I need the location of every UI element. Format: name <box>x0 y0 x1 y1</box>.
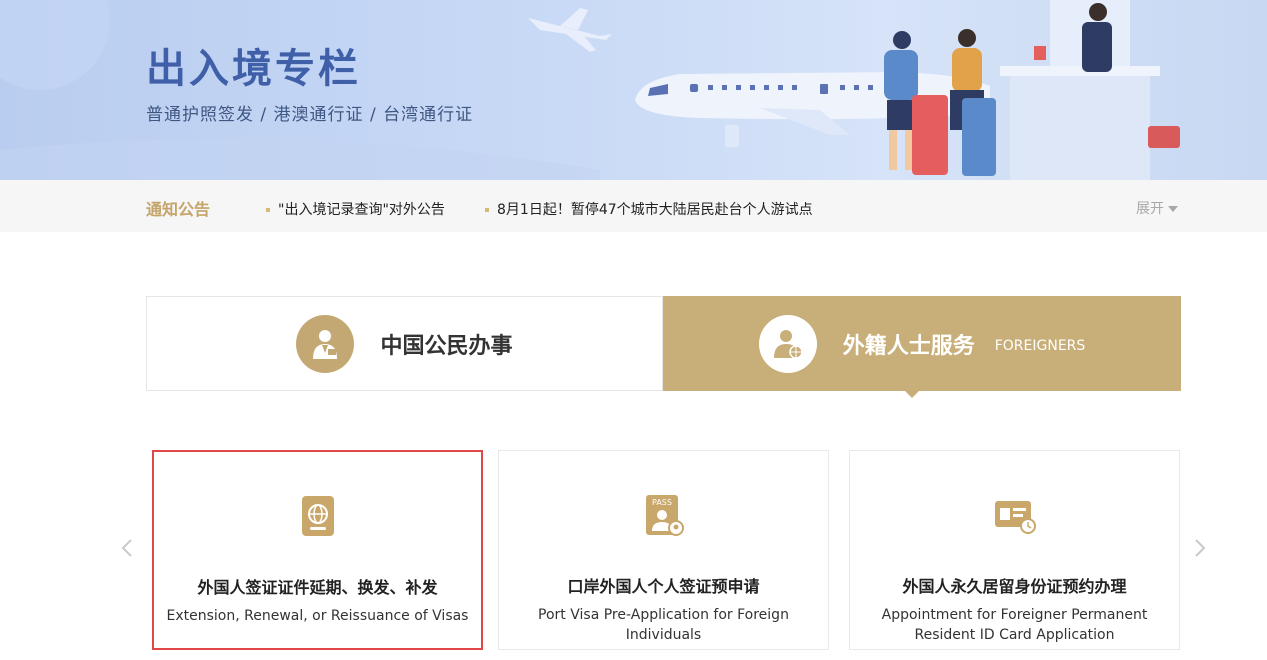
notice-item-text: "出入境记录查询"对外公告 <box>278 202 445 218</box>
notice-bar: 通知公告 "出入境记录查询"对外公告 8月1日起！暂停47个城市大陆居民赴台个人… <box>0 180 1267 232</box>
expand-button[interactable]: 展开 <box>1136 198 1178 218</box>
card-title: 外国人永久居留身份证预约办理 <box>902 577 1127 596</box>
notice-title: 通知公告 <box>146 200 211 219</box>
chevron-right-icon[interactable] <box>1193 538 1207 558</box>
tab-citizen-services[interactable]: 中国公民办事 <box>146 296 663 391</box>
svg-text:PASS: PASS <box>652 498 672 507</box>
pass-card-icon: PASS <box>645 495 684 536</box>
caret-down-icon <box>1168 206 1178 212</box>
notice-item[interactable]: "出入境记录查询"对外公告 <box>266 199 445 219</box>
banner: 出入境专栏 普通护照签发 / 港澳通行证 / 台湾通行证 <box>0 0 1267 180</box>
notice-item[interactable]: 8月1日起！暂停47个城市大陆居民赴台个人游试点 <box>485 199 813 219</box>
tab-citizen-label: 中国公民办事 <box>380 333 513 359</box>
service-card-permanent-resident-id[interactable]: 外国人永久居留身份证预约办理 Appointment for Foreigner… <box>849 450 1180 650</box>
id-card-clock-icon <box>994 501 1036 534</box>
expand-label: 展开 <box>1136 201 1164 217</box>
passport-globe-icon <box>301 496 334 536</box>
bullet-icon <box>266 208 270 212</box>
banner-subtitle: 普通护照签发 / 港澳通行证 / 台湾通行证 <box>146 105 474 125</box>
card-subtitle: Extension, Renewal, or Reissuance of Vis… <box>166 608 469 624</box>
service-card-visa-extension[interactable]: 外国人签证证件延期、换发、补发 Extension, Renewal, or R… <box>152 450 483 650</box>
card-title: 外国人签证证件延期、换发、补发 <box>197 578 438 597</box>
card-subtitle: Port Visa Pre-Application for Foreign In… <box>538 607 789 643</box>
foreigner-globe-icon <box>758 314 817 373</box>
tab-foreigner-services[interactable]: 外籍人士服务 FOREIGNERS <box>663 296 1181 391</box>
tab-foreigner-label: 外籍人士服务 <box>842 333 975 359</box>
bullet-icon <box>485 208 489 212</box>
service-card-port-visa[interactable]: PASS 口岸外国人个人签证预申请 Port Visa Pre-Applicat… <box>498 450 829 650</box>
notice-item-text: 8月1日起！暂停47个城市大陆居民赴台个人游试点 <box>497 202 813 218</box>
active-tab-pointer <box>904 390 920 398</box>
tab-foreigner-english-label: FOREIGNERS <box>994 337 1086 354</box>
card-title: 口岸外国人个人签证预申请 <box>567 577 760 596</box>
card-subtitle: Appointment for Foreigner Permanent Resi… <box>881 607 1148 643</box>
citizen-id-icon <box>296 314 355 373</box>
chevron-left-icon[interactable] <box>120 538 134 558</box>
banner-title: 出入境专栏 <box>146 46 361 92</box>
